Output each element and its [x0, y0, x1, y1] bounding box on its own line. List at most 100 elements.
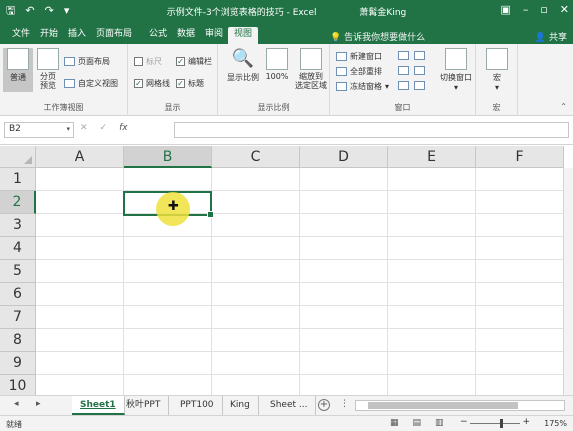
zoom-in-icon[interactable]: + — [522, 417, 530, 427]
gridline — [36, 374, 573, 375]
window-controls: ▣ – ▫ ✕ — [500, 3, 569, 16]
arrange-all-icon — [336, 67, 347, 76]
normal-view-button[interactable]: 普通 — [3, 48, 33, 92]
group-window: 新建窗口 全部重排 冻结窗格 ▾ 切换窗口 ▾ 窗口 — [330, 44, 476, 116]
tab-page-layout[interactable]: 页面布局 — [90, 27, 138, 44]
sync-scrolling-button[interactable] — [414, 66, 425, 75]
side-by-side-icon — [414, 51, 425, 60]
row-header-10[interactable]: 10 — [0, 375, 36, 395]
row-header-4[interactable]: 4 — [0, 237, 36, 260]
ruler-checkbox[interactable]: ✓ 标尺 — [134, 56, 162, 67]
zoom-percent[interactable]: 175% — [544, 419, 567, 428]
page-break-icon — [37, 48, 59, 70]
group-label-zoom: 显示比例 — [257, 103, 290, 112]
zoom-to-selection-button[interactable]: 缩放到 选定区域 — [294, 48, 328, 90]
ribbon-display-icon[interactable]: ▣ — [500, 3, 510, 16]
headings-checkbox[interactable]: ✓ 标题 — [176, 78, 204, 89]
zoom-button[interactable]: 🔍 显示比例 — [226, 48, 260, 83]
new-window-button[interactable]: 新建窗口 — [336, 51, 382, 62]
hide-button[interactable] — [398, 66, 409, 75]
share-button[interactable]: 👤 共享 — [535, 30, 567, 43]
gridline — [36, 351, 573, 352]
column-header-c[interactable]: C — [212, 146, 300, 168]
switch-windows-icon — [445, 48, 467, 70]
column-header-b[interactable]: B — [124, 146, 212, 168]
switch-windows-button[interactable]: 切换窗口 ▾ — [438, 48, 474, 92]
user-name[interactable]: 萧髯金King — [359, 8, 406, 18]
freeze-panes-button[interactable]: 冻结窗格 ▾ — [336, 81, 389, 92]
tab-formulas[interactable]: 公式 — [143, 27, 173, 44]
name-box[interactable]: B2 ▾ — [4, 122, 74, 138]
zoom-knob[interactable] — [500, 419, 503, 428]
row-header-6[interactable]: 6 — [0, 283, 36, 306]
normal-view-icon — [7, 48, 29, 70]
tab-review[interactable]: 审阅 — [199, 27, 229, 44]
column-header-d[interactable]: D — [300, 146, 388, 168]
cancel-icon[interactable]: ✕ — [80, 123, 88, 133]
macros-button[interactable]: 宏 ▾ — [482, 48, 512, 92]
hide-icon — [398, 66, 409, 75]
sheet-tab-king[interactable]: King — [222, 396, 259, 415]
insert-function-icon[interactable]: fx — [119, 123, 128, 133]
formula-bar-check-icon: ✓ — [176, 57, 185, 66]
page-layout-icon — [64, 57, 75, 66]
enter-icon[interactable]: ✓ — [100, 123, 108, 133]
formula-input[interactable] — [174, 122, 569, 138]
column-header-a[interactable]: A — [36, 146, 124, 168]
select-all-button[interactable] — [0, 146, 36, 168]
reset-window-button[interactable] — [414, 81, 425, 90]
row-header-7[interactable]: 7 — [0, 306, 36, 329]
maximize-icon[interactable]: ▫ — [540, 3, 547, 16]
page-break-preview-button[interactable]: 分页 预览 — [33, 48, 63, 90]
collapse-ribbon-icon[interactable]: ⌃ — [560, 102, 567, 111]
scroll-left-icon[interactable]: ◂ — [14, 399, 19, 409]
gridlines-checkbox[interactable]: ✓ 网格线 — [134, 78, 170, 89]
gridlines-check-icon: ✓ — [134, 79, 143, 88]
tab-insert[interactable]: 插入 — [62, 27, 92, 44]
normal-view-icon[interactable]: ▦ — [390, 418, 399, 428]
more-options-icon[interactable]: ⋮ — [340, 399, 349, 409]
row-header-1[interactable]: 1 — [0, 168, 36, 191]
worksheet-grid[interactable]: A B C D E F 1 2 3 4 5 6 7 8 9 10 ✚ — [0, 146, 573, 395]
unhide-button[interactable] — [398, 81, 409, 90]
column-header-e[interactable]: E — [388, 146, 476, 168]
sheet-tab-ppt100[interactable]: PPT100 — [172, 396, 223, 415]
split-button[interactable] — [398, 51, 409, 60]
sheet-tab-sheet1[interactable]: Sheet1 — [72, 396, 125, 415]
minimize-icon[interactable]: – — [523, 3, 529, 16]
sheet-tab-qiuye-ppt[interactable]: 秋叶PPT — [118, 396, 170, 415]
lightbulb-icon: 💡 — [330, 33, 342, 43]
row-header-8[interactable]: 8 — [0, 329, 36, 352]
row-header-9[interactable]: 9 — [0, 352, 36, 375]
sheet-tab-more[interactable]: Sheet ... — [262, 396, 317, 415]
sheet-tab-bar: ◂ ▸ Sheet1 秋叶PPT PPT100 King Sheet ... +… — [0, 395, 573, 415]
tab-view[interactable]: 视图 — [228, 27, 259, 44]
zoom-slider[interactable]: − + — [460, 417, 530, 428]
scroll-right-icon[interactable]: ▸ — [36, 399, 41, 409]
chevron-down-icon[interactable]: ▾ — [66, 125, 70, 133]
close-icon[interactable]: ✕ — [560, 3, 569, 16]
custom-views-button[interactable]: 自定义视图 — [64, 78, 118, 89]
scrollbar-thumb[interactable] — [368, 402, 518, 409]
view-side-by-side-button[interactable] — [414, 51, 425, 60]
formula-bar-checkbox[interactable]: ✓ 编辑栏 — [176, 56, 212, 67]
tab-file[interactable]: 文件 — [6, 27, 36, 44]
row-header-3[interactable]: 3 — [0, 214, 36, 237]
custom-views-icon — [64, 79, 75, 88]
arrange-all-button[interactable]: 全部重排 — [336, 66, 382, 77]
row-header-2[interactable]: 2 — [0, 191, 36, 214]
page-break-icon[interactable]: ▥ — [435, 418, 444, 428]
tab-data[interactable]: 数据 — [171, 27, 201, 44]
row-header-5[interactable]: 5 — [0, 260, 36, 283]
horizontal-scrollbar[interactable] — [355, 400, 565, 411]
page-layout-icon[interactable]: ▤ — [413, 418, 422, 428]
zoom-out-icon[interactable]: − — [460, 417, 468, 427]
tab-home[interactable]: 开始 — [34, 27, 64, 44]
column-header-f[interactable]: F — [476, 146, 564, 168]
vertical-scrollbar[interactable] — [563, 168, 573, 395]
zoom-100-button[interactable]: 100% — [262, 48, 292, 81]
new-window-icon — [336, 52, 347, 61]
page-layout-button[interactable]: 页面布局 — [64, 56, 110, 67]
tell-me-box[interactable]: 💡 告诉我你想要做什么 — [330, 30, 425, 43]
add-sheet-icon[interactable]: + — [318, 399, 330, 411]
